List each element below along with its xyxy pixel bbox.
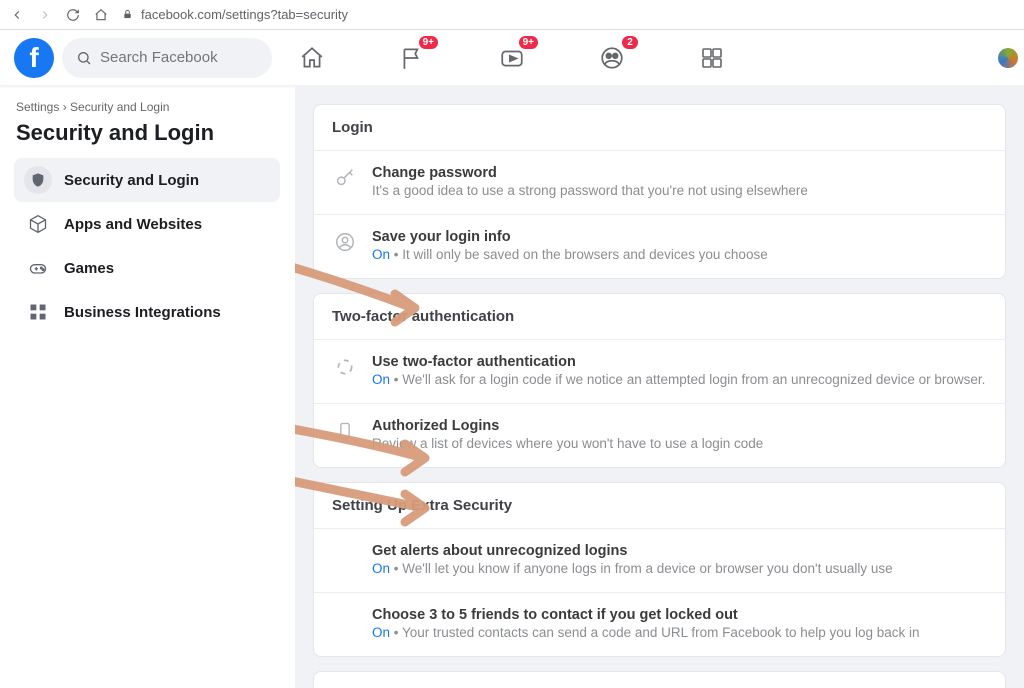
breadcrumb[interactable]: Settings › Security and Login: [16, 100, 278, 114]
section-extra-security: Setting Up Extra Security Get alerts abo…: [313, 482, 1006, 657]
browser-toolbar: facebook.com/settings?tab=security: [0, 0, 1024, 30]
sidebar-item-label: Apps and Websites: [64, 216, 202, 233]
row-subtitle: On • We'll let you know if anyone logs i…: [372, 561, 893, 576]
main-content: Login Change password It's a good idea t…: [295, 86, 1024, 688]
blank-icon: [332, 543, 358, 569]
user-circle-icon: [332, 229, 358, 255]
badge-watch: 9+: [519, 36, 538, 49]
phone-icon: [332, 418, 358, 444]
section-two-factor: Two-factor authentication Use two-factor…: [313, 293, 1006, 468]
row-alerts-unrecognized[interactable]: Get alerts about unrecognized logins On …: [314, 528, 1005, 592]
row-authorized-logins[interactable]: Authorized Logins Review a list of devic…: [314, 403, 1005, 467]
nav-home-icon[interactable]: [292, 38, 332, 78]
sidebar-item-label: Security and Login: [64, 172, 199, 189]
row-subtitle: On • It will only be saved on the browse…: [372, 247, 768, 262]
row-change-password[interactable]: Change password It's a good idea to use …: [314, 150, 1005, 214]
section-header: Two-factor authentication: [314, 294, 1005, 339]
section-advanced: Advanced Encrypted notification emails A…: [313, 671, 1006, 688]
back-icon[interactable]: [10, 8, 24, 22]
key-icon: [332, 165, 358, 191]
section-header: Setting Up Extra Security: [314, 483, 1005, 528]
row-title: Change password: [372, 165, 808, 181]
row-title: Choose 3 to 5 friends to contact if you …: [372, 607, 920, 623]
page-title: Security and Login: [16, 120, 278, 146]
nav-watch-icon[interactable]: 9+: [492, 38, 532, 78]
spinner-icon: [332, 354, 358, 380]
nav-pages-icon[interactable]: 9+: [392, 38, 432, 78]
badge-groups: 2: [622, 36, 638, 49]
cube-icon: [24, 210, 52, 238]
sidebar: Settings › Security and Login Security a…: [0, 86, 295, 688]
status-on: On: [372, 372, 390, 387]
row-use-two-factor[interactable]: Use two-factor authentication On • We'll…: [314, 339, 1005, 403]
sidebar-item-business[interactable]: Business Integrations: [14, 290, 280, 334]
sidebar-item-apps[interactable]: Apps and Websites: [14, 202, 280, 246]
facebook-logo[interactable]: f: [14, 38, 54, 78]
nav-gaming-icon[interactable]: [692, 38, 732, 78]
search-input[interactable]: [100, 49, 258, 66]
lock-icon: [122, 9, 133, 20]
status-on: On: [372, 625, 390, 640]
shield-icon: [24, 166, 52, 194]
row-title: Save your login info: [372, 229, 768, 245]
search-icon: [76, 50, 92, 66]
section-header: Advanced: [314, 672, 1005, 688]
grid-icon: [24, 298, 52, 326]
sidebar-item-label: Business Integrations: [64, 304, 221, 321]
row-title: Authorized Logins: [372, 418, 763, 434]
nav-groups-icon[interactable]: 2: [592, 38, 632, 78]
sidebar-item-security[interactable]: Security and Login: [14, 158, 280, 202]
section-header: Login: [314, 105, 1005, 150]
search-wrapper[interactable]: [62, 38, 272, 78]
reload-icon[interactable]: [66, 8, 80, 22]
home-icon[interactable]: [94, 8, 108, 22]
row-subtitle: It's a good idea to use a strong passwor…: [372, 183, 808, 198]
status-on: On: [372, 561, 390, 576]
row-title: Get alerts about unrecognized logins: [372, 543, 893, 559]
status-on: On: [372, 247, 390, 262]
address-bar-url[interactable]: facebook.com/settings?tab=security: [141, 7, 348, 22]
row-title: Use two-factor authentication: [372, 354, 985, 370]
section-login: Login Change password It's a good idea t…: [313, 104, 1006, 279]
badge-pages: 9+: [419, 36, 438, 49]
row-subtitle: Review a list of devices where you won't…: [372, 436, 763, 451]
forward-icon[interactable]: [38, 8, 52, 22]
sidebar-item-label: Games: [64, 260, 114, 277]
game-icon: [24, 254, 52, 282]
fb-top-bar: f 9+ 9+ 2: [0, 30, 1024, 86]
row-subtitle: On • We'll ask for a login code if we no…: [372, 372, 985, 387]
avatar[interactable]: [998, 48, 1018, 68]
sidebar-item-games[interactable]: Games: [14, 246, 280, 290]
row-subtitle: On • Your trusted contacts can send a co…: [372, 625, 920, 640]
row-save-login[interactable]: Save your login info On • It will only b…: [314, 214, 1005, 278]
row-trusted-friends[interactable]: Choose 3 to 5 friends to contact if you …: [314, 592, 1005, 656]
blank-icon: [332, 607, 358, 633]
